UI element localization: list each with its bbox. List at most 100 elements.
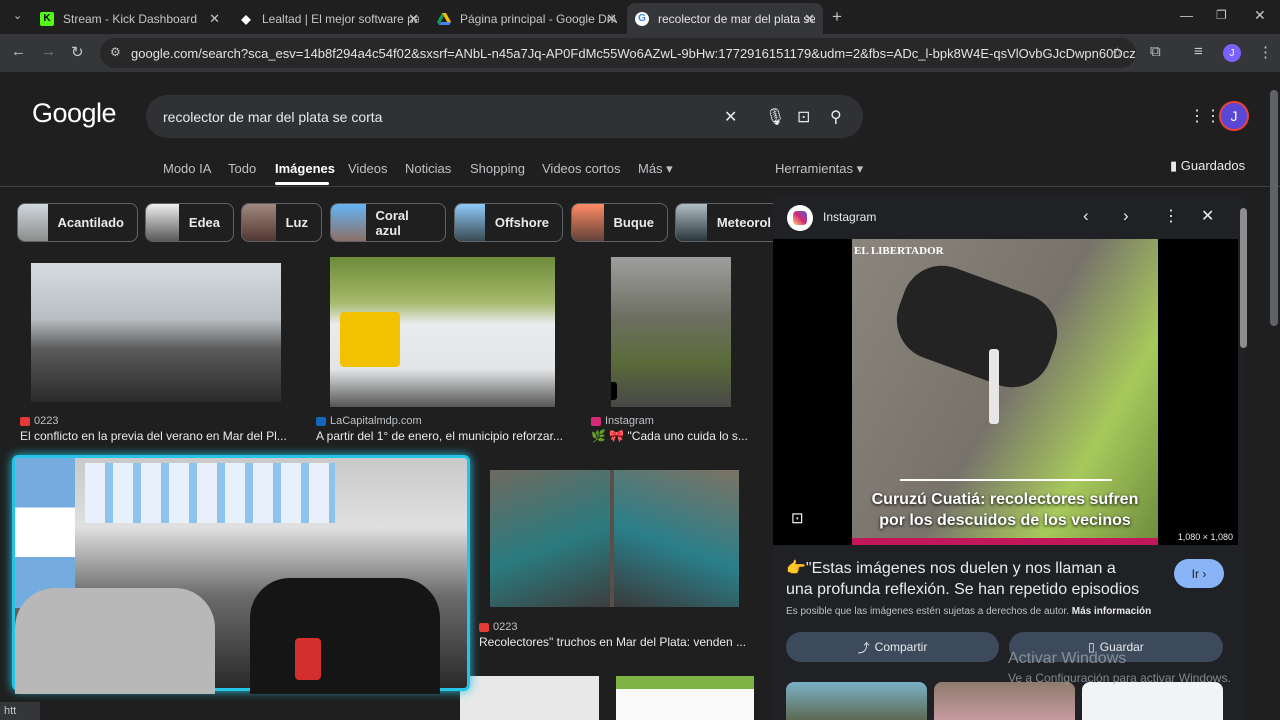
result-image-garbage-truck[interactable] bbox=[330, 257, 555, 407]
bookmark-star-icon[interactable]: ☆ bbox=[1111, 44, 1124, 62]
tab-drive[interactable]: Página principal - Google Drive ✕ bbox=[429, 3, 625, 34]
result-image-partial[interactable] bbox=[460, 676, 599, 720]
close-panel-icon[interactable]: ✕ bbox=[1201, 206, 1214, 226]
nav-todo[interactable]: Todo bbox=[228, 161, 256, 176]
chip-luz[interactable]: Luz bbox=[241, 203, 322, 242]
kick-icon: K bbox=[40, 11, 54, 26]
minimize-icon[interactable]: — bbox=[1180, 8, 1193, 23]
nav-videos-cortos[interactable]: Videos cortos bbox=[542, 161, 621, 176]
result-title[interactable]: El conflicto en la previa del verano en … bbox=[20, 429, 296, 443]
close-icon[interactable]: ✕ bbox=[606, 11, 617, 27]
chip-coral-azul[interactable]: Coral azul bbox=[330, 203, 446, 242]
new-tab-icon[interactable]: + bbox=[832, 7, 842, 27]
prev-icon[interactable]: ‹ bbox=[1083, 206, 1089, 226]
nav-noticias[interactable]: Noticias bbox=[405, 161, 451, 176]
chip-edea[interactable]: Edea bbox=[145, 203, 234, 242]
result-image-infographic[interactable] bbox=[616, 676, 754, 720]
lens-icon[interactable]: ⊡ bbox=[797, 107, 810, 127]
tab-search-icon[interactable]: ⌄ bbox=[13, 9, 22, 22]
chip-meteorol[interactable]: Meteorol bbox=[675, 203, 785, 242]
preview-image[interactable]: EL LIBERTADOR Curuzú Cuatiá: recolectore… bbox=[852, 239, 1158, 545]
syringe bbox=[989, 349, 999, 424]
close-icon[interactable]: ✕ bbox=[804, 11, 815, 27]
overlay-caption: Curuzú Cuatiá: recolectores sufren por l… bbox=[871, 491, 1139, 529]
preview-area: EL LIBERTADOR Curuzú Cuatiá: recolectore… bbox=[773, 239, 1238, 545]
page-scrollbar[interactable] bbox=[1270, 90, 1278, 326]
panel-title[interactable]: 👉"Estas imágenes nos duelen y nos llaman… bbox=[786, 558, 1146, 602]
result-title[interactable]: 🌿 🎀 "Cada uno cuida lo s... bbox=[591, 429, 751, 443]
related-thumb[interactable] bbox=[786, 682, 927, 720]
more-options-icon[interactable]: ⋮ bbox=[1163, 206, 1179, 226]
photo-right bbox=[614, 470, 739, 607]
microphone-icon[interactable]: 🎙 bbox=[765, 107, 785, 127]
back-icon[interactable]: ← bbox=[11, 43, 26, 60]
activate-subtitle: Ve a Configuración para activar Windows. bbox=[1008, 671, 1231, 685]
person-right bbox=[250, 578, 440, 694]
search-input[interactable]: recolector de mar del plata se corta bbox=[163, 109, 382, 125]
reload-icon[interactable]: ↻ bbox=[71, 43, 84, 61]
truck-cab bbox=[340, 312, 400, 367]
restore-icon[interactable]: ❐ bbox=[1216, 8, 1227, 22]
google-icon: G bbox=[635, 11, 649, 26]
play-icon: ▶ bbox=[611, 382, 617, 400]
tab-google-search[interactable]: G recolector de mar del plata se c ✕ bbox=[627, 3, 823, 34]
drive-icon bbox=[437, 12, 451, 26]
lens-search-icon[interactable]: ⊡ bbox=[791, 509, 804, 527]
chip-thumbnail bbox=[676, 204, 707, 241]
close-window-icon[interactable]: ✕ bbox=[1254, 7, 1266, 24]
nav-videos[interactable]: Videos bbox=[348, 161, 388, 176]
chip-acantilado[interactable]: Acantilado bbox=[17, 203, 138, 242]
menu-icon[interactable]: ⋮ bbox=[1258, 43, 1273, 61]
photo-left bbox=[490, 470, 610, 607]
result-image-instagram-street[interactable]: ▶ bbox=[611, 257, 731, 407]
red-bar bbox=[852, 538, 1158, 545]
search-box[interactable]: recolector de mar del plata se corta ✕ 🎙… bbox=[146, 95, 863, 138]
person-left bbox=[15, 588, 215, 694]
related-thumb[interactable] bbox=[1082, 682, 1223, 720]
close-icon[interactable]: ✕ bbox=[209, 11, 220, 27]
media-icon[interactable]: ≡ bbox=[1194, 43, 1203, 60]
nav-mas[interactable]: Más ▾ bbox=[638, 161, 673, 177]
search-icon[interactable]: ⚲ bbox=[830, 107, 842, 127]
extensions-icon[interactable]: ⧉ bbox=[1150, 43, 1161, 60]
image-dimensions: 1,080 × 1,080 bbox=[1177, 532, 1233, 542]
apps-grid-icon[interactable]: ⋮⋮ bbox=[1189, 106, 1221, 126]
site-icon bbox=[479, 622, 489, 632]
google-logo[interactable]: Google bbox=[32, 98, 117, 129]
site-info-icon[interactable]: ⚙ bbox=[110, 45, 121, 59]
forward-icon[interactable]: → bbox=[41, 43, 56, 60]
tab-lealtad[interactable]: ◆ Lealtad | El mejor software para ✕ bbox=[231, 3, 427, 34]
panel-scrollbar[interactable] bbox=[1240, 208, 1247, 348]
result-title[interactable]: Recolectores" truchos en Mar del Plata: … bbox=[479, 635, 753, 649]
account-avatar[interactable]: J bbox=[1219, 101, 1249, 131]
nav-shopping[interactable]: Shopping bbox=[470, 161, 525, 176]
panel-source[interactable]: Instagram bbox=[823, 210, 876, 224]
next-icon[interactable]: › bbox=[1123, 206, 1129, 226]
browser-toolbar: ← → ↻ ⚙ google.com/search?sca_esv=14b8f2… bbox=[0, 34, 1280, 72]
instagram-icon bbox=[787, 205, 813, 231]
more-info-link[interactable]: Más información bbox=[1072, 606, 1151, 617]
chip-thumbnail bbox=[455, 204, 485, 241]
result-title[interactable]: A partir del 1° de enero, el municipio r… bbox=[316, 429, 570, 443]
address-bar[interactable]: ⚙ google.com/search?sca_esv=14b8f294a4c5… bbox=[100, 38, 1136, 68]
chip-buque[interactable]: Buque bbox=[571, 203, 668, 242]
nav-imagenes[interactable]: Imágenes bbox=[275, 161, 335, 176]
activate-windows: Activar Windows Ve a Configuración para … bbox=[1008, 650, 1231, 685]
nav-modo-ia[interactable]: Modo IA bbox=[163, 161, 211, 176]
share-button[interactable]: ⤴ Compartir bbox=[786, 632, 999, 662]
result-image-collectors[interactable] bbox=[490, 470, 739, 607]
saved-button[interactable]: ▮ Guardados bbox=[1170, 158, 1245, 174]
related-thumb[interactable] bbox=[934, 682, 1075, 720]
chip-thumbnail bbox=[242, 204, 276, 241]
tab-kick[interactable]: K Stream - Kick Dashboard ✕ bbox=[32, 3, 228, 34]
tools-button[interactable]: Herramientas ▾ bbox=[775, 161, 863, 177]
go-button[interactable]: Ir › bbox=[1174, 559, 1224, 588]
active-tab-indicator bbox=[275, 182, 329, 185]
result-image-garbage-dump[interactable] bbox=[31, 263, 281, 402]
result-source: Instagram bbox=[591, 415, 654, 427]
close-icon[interactable]: ✕ bbox=[408, 11, 419, 27]
profile-avatar[interactable]: J bbox=[1223, 44, 1241, 62]
clear-icon[interactable]: ✕ bbox=[724, 107, 737, 127]
chip-offshore[interactable]: Offshore bbox=[454, 203, 563, 242]
flag-decoration bbox=[15, 458, 75, 608]
